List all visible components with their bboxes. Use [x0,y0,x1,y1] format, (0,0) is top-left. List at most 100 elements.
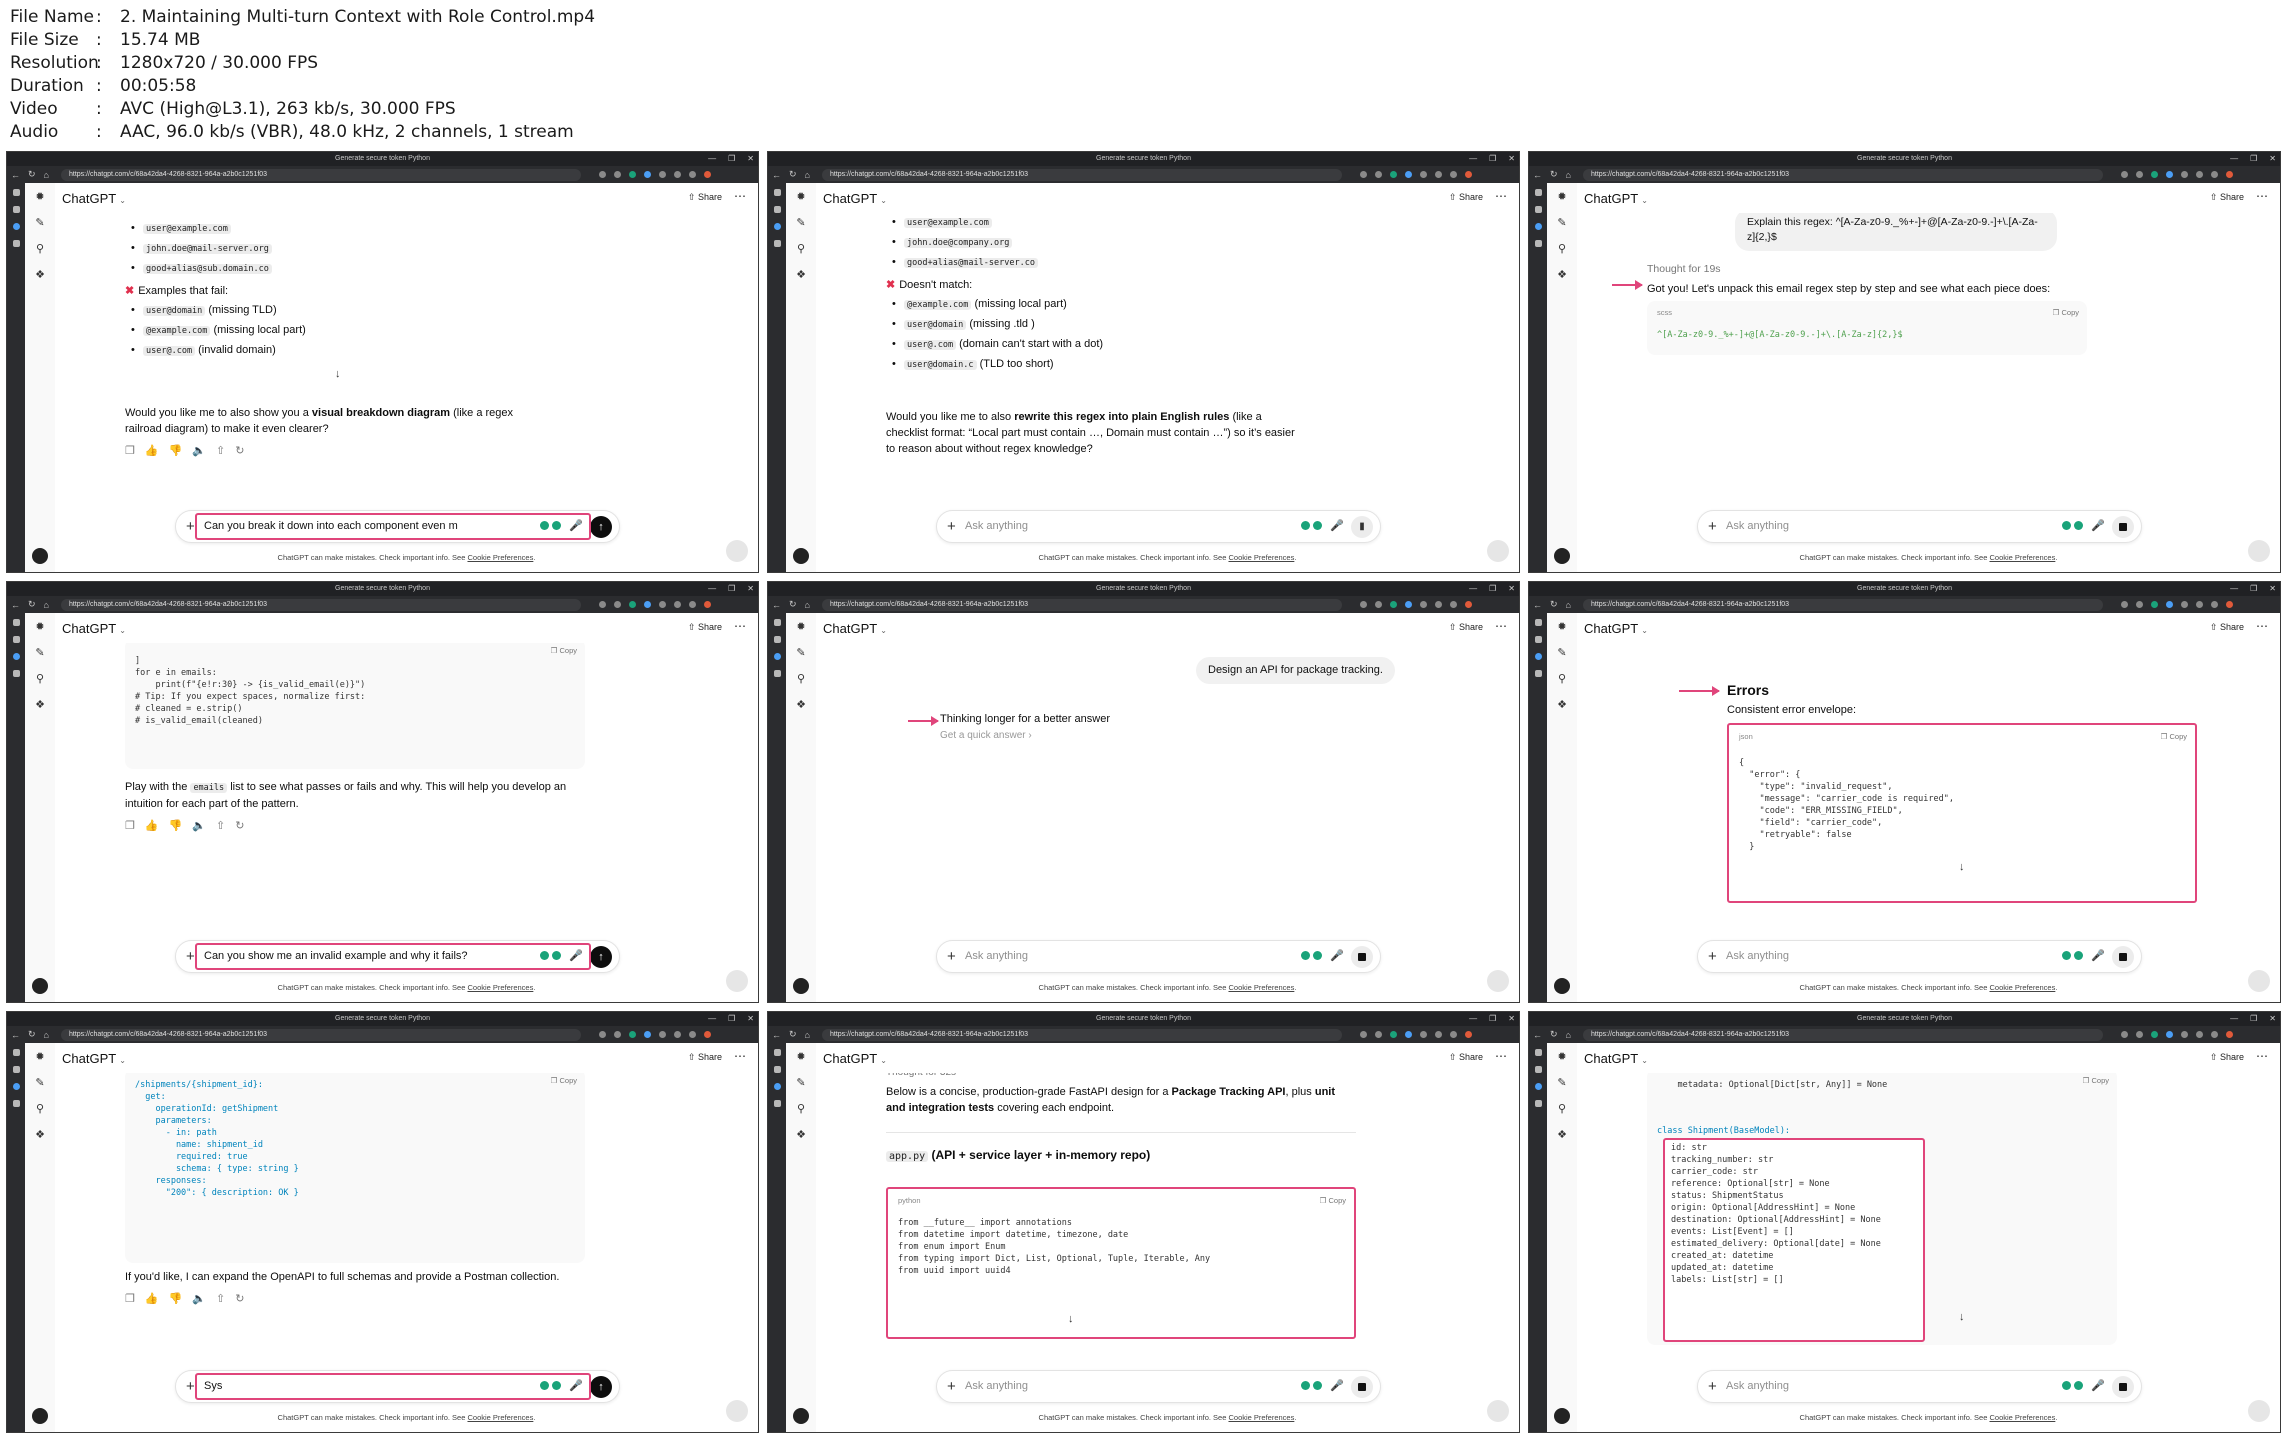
prompt-input[interactable]: Ask anything [1726,1380,1789,1392]
tab-icon[interactable] [12,206,20,213]
add-icon[interactable]: + [947,948,956,965]
more-options-icon[interactable]: ⋯ [1495,619,1507,633]
help-button[interactable] [1487,970,1509,992]
close-icon[interactable]: ✕ [747,152,754,166]
new-chat-icon[interactable]: ✎ [35,217,44,229]
avatar[interactable] [793,548,809,564]
home-icon[interactable]: ⌂ [1566,1030,1571,1040]
extension-icon[interactable] [598,601,606,608]
mic-icon[interactable]: 🎤 [1330,519,1344,532]
more-options-icon[interactable]: ⋯ [1495,189,1507,203]
tab-icon[interactable] [12,1049,20,1056]
more-options-icon[interactable]: ⋯ [734,619,746,633]
more-options-icon[interactable]: ⋯ [734,1049,746,1063]
library-icon[interactable]: ❖ [796,269,806,281]
extension-icon[interactable] [1464,1031,1472,1038]
tab-icon[interactable] [12,1066,20,1073]
tab-icon[interactable] [12,223,20,230]
extension-icon[interactable] [1449,171,1457,178]
add-icon[interactable]: + [1708,948,1717,965]
home-icon[interactable]: ⌂ [805,600,810,610]
home-icon[interactable]: ⌂ [1566,600,1571,610]
tab-icon[interactable] [1534,1049,1542,1056]
cookie-preferences-link[interactable]: Cookie Preferences [467,1413,533,1422]
copy-button[interactable]: ❐ Copy [1320,1195,1346,1207]
tab-icon[interactable] [12,653,20,660]
cookie-preferences-link[interactable]: Cookie Preferences [1989,983,2055,992]
cookie-preferences-link[interactable]: Cookie Preferences [1989,1413,2055,1422]
back-icon[interactable]: ← [11,1030,20,1040]
extension-icon[interactable] [2165,171,2173,178]
tool-icon[interactable] [1301,1381,1310,1390]
reload-icon[interactable]: ↻ [28,169,36,180]
tab-icon[interactable] [1534,1083,1542,1090]
extension-icon[interactable] [2165,1031,2173,1038]
tool-icon[interactable] [2062,521,2071,530]
share-button[interactable]: ⇧ Share [1449,622,1483,633]
library-icon[interactable]: ❖ [1557,1129,1567,1141]
extension-icon[interactable] [2135,601,2143,608]
stop-button[interactable] [2112,946,2134,968]
regenerate-icon[interactable]: ↻ [235,1291,244,1307]
openai-logo-icon[interactable]: ✹ [35,621,44,633]
extension-icon[interactable] [1389,1031,1397,1038]
stop-button[interactable] [2112,1376,2134,1398]
share-button[interactable]: ⇧ Share [2210,1052,2244,1063]
extension-icon[interactable] [643,1031,651,1038]
openai-logo-icon[interactable]: ✹ [796,191,805,203]
model-selector[interactable]: ChatGPT ⌄ [823,621,887,636]
extension-icon[interactable] [628,601,636,608]
share-button[interactable]: ⇧ Share [688,192,722,203]
tab-icon[interactable] [773,653,781,660]
restore-icon[interactable]: ❐ [728,582,735,596]
address-bar[interactable]: https://chatgpt.com/c/68a42da4-4268-8321… [1582,1028,2103,1041]
extension-icon[interactable] [2225,1031,2233,1038]
tool-icon[interactable] [1301,951,1310,960]
new-tab-icon[interactable] [1534,1100,1542,1107]
new-chat-icon[interactable]: ✎ [35,647,44,659]
extension-icon[interactable] [2135,1031,2143,1038]
extension-icon[interactable] [1434,1031,1442,1038]
home-icon[interactable]: ⌂ [44,170,49,180]
address-bar[interactable]: https://chatgpt.com/c/68a42da4-4268-8321… [821,168,1342,181]
library-icon[interactable]: ❖ [35,1129,45,1141]
tab-icon[interactable] [1534,636,1542,643]
extension-icon[interactable] [1449,601,1457,608]
tab-icon[interactable] [12,189,20,196]
model-selector[interactable]: ChatGPT ⌄ [62,621,126,636]
thumbs-up-icon[interactable]: 👍 [145,818,159,834]
home-icon[interactable]: ⌂ [44,1030,49,1040]
address-bar[interactable]: https://chatgpt.com/c/68a42da4-4268-8321… [821,598,1342,611]
tool-icon[interactable] [1301,521,1310,530]
extension-icon[interactable] [703,601,711,608]
extension-icon[interactable] [628,1031,636,1038]
regenerate-icon[interactable]: ↻ [235,818,244,834]
thumbs-up-icon[interactable]: 👍 [145,1291,159,1307]
model-selector[interactable]: ChatGPT ⌄ [823,1051,887,1066]
extension-icon[interactable] [2225,171,2233,178]
tab-icon[interactable] [773,1049,781,1056]
library-icon[interactable]: ❖ [35,269,45,281]
search-icon[interactable]: ⚲ [797,673,805,685]
tab-icon[interactable] [12,636,20,643]
model-selector[interactable]: ChatGPT ⌄ [62,1051,126,1066]
tab-icon[interactable] [12,619,20,626]
minimize-icon[interactable]: — [708,582,716,596]
openai-logo-icon[interactable]: ✹ [1557,191,1566,203]
extension-icon[interactable] [673,601,681,608]
openai-logo-icon[interactable]: ✹ [796,621,805,633]
extension-icon[interactable] [673,1031,681,1038]
back-icon[interactable]: ← [1533,1030,1542,1040]
minimize-icon[interactable]: — [1469,1012,1477,1026]
send-button[interactable]: ↑ [590,946,612,968]
prompt-input[interactable]: Ask anything [965,950,1028,962]
extension-icon[interactable] [673,171,681,178]
new-tab-icon[interactable] [773,240,781,247]
extension-icon[interactable] [2195,601,2203,608]
restore-icon[interactable]: ❐ [1489,152,1496,166]
add-icon[interactable]: + [947,518,956,535]
mic-icon[interactable]: 🎤 [2091,949,2105,962]
help-button[interactable] [726,540,748,562]
stop-button[interactable] [1351,946,1373,968]
regenerate-icon[interactable]: ↻ [235,443,244,459]
